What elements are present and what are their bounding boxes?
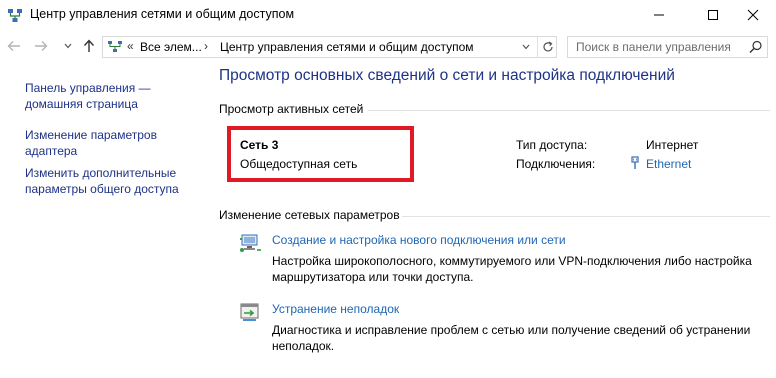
ethernet-connection-link[interactable]: Ethernet: [646, 157, 691, 171]
search-box[interactable]: [567, 36, 768, 58]
forward-button[interactable]: [32, 37, 50, 55]
breadcrumb-all-items[interactable]: Все элем...: [140, 40, 202, 54]
network-name: Сеть 3: [240, 138, 279, 152]
troubleshoot-link[interactable]: Устранение неполадок: [272, 302, 399, 316]
section-divider: [368, 110, 770, 111]
tasks-pane: Панель управления — домашняя страница Из…: [0, 62, 200, 378]
maximize-icon: [708, 10, 718, 20]
breadcrumb-separator-icon[interactable]: ›: [204, 39, 208, 53]
ethernet-icon: [631, 156, 639, 169]
advanced-sharing-settings-link[interactable]: Изменить дополнительные параметры общего…: [25, 165, 195, 197]
close-icon: [747, 9, 759, 21]
connections-label: Подключения:: [516, 157, 596, 171]
access-type-value: Интернет: [646, 138, 699, 152]
change-settings-heading: Изменение сетевых параметров: [219, 208, 400, 222]
navigation-bar: « Все элем... › Центр управления сетями …: [0, 34, 776, 60]
title-bar: Центр управления сетями и общим доступом: [0, 0, 776, 32]
chevron-down-icon: [522, 44, 530, 50]
minimize-icon: [654, 14, 664, 16]
arrow-right-icon: [35, 41, 48, 51]
section-divider: [402, 216, 770, 217]
minimize-button[interactable]: [636, 0, 682, 30]
change-adapter-settings-link[interactable]: Изменение параметров адаптера: [25, 127, 195, 159]
address-bar[interactable]: « Все элем... › Центр управления сетями …: [102, 36, 557, 58]
active-networks-heading: Просмотр активных сетей: [219, 102, 364, 116]
close-button[interactable]: [730, 0, 776, 30]
overflow-chevron-icon[interactable]: «: [127, 39, 134, 53]
page-title: Просмотр основных сведений о сети и наст…: [219, 67, 675, 84]
control-panel-home-link[interactable]: Панель управления — домашняя страница: [25, 80, 195, 112]
up-button[interactable]: [80, 37, 98, 55]
arrow-left-icon: [7, 41, 20, 51]
search-input[interactable]: [568, 37, 744, 57]
window-title: Центр управления сетями и общим доступом: [30, 7, 295, 21]
search-icon[interactable]: [748, 40, 764, 54]
network-center-icon: [8, 9, 22, 22]
back-button[interactable]: [5, 37, 23, 55]
access-type-label: Тип доступа:: [516, 138, 588, 152]
refresh-button[interactable]: [537, 37, 557, 57]
network-highlight-box: [227, 126, 414, 182]
new-connection-icon: [240, 234, 261, 252]
setup-new-connection-link[interactable]: Создание и настройка нового подключения …: [272, 233, 566, 247]
troubleshoot-description: Диагностика и исправление проблем с сеть…: [272, 323, 751, 353]
refresh-icon: [542, 41, 553, 52]
chevron-down-icon: [64, 43, 72, 49]
control-panel-icon: [108, 41, 122, 52]
troubleshoot-icon: [240, 303, 259, 321]
setup-new-connection-description: Настройка широкополосного, коммутируемог…: [272, 254, 752, 284]
network-category-link[interactable]: Общедоступная сеть: [240, 157, 357, 171]
recent-locations-button[interactable]: [59, 37, 77, 55]
address-dropdown-button[interactable]: [516, 37, 536, 57]
arrow-up-icon: [83, 39, 95, 52]
breadcrumb-network-center[interactable]: Центр управления сетями и общим доступом: [220, 40, 474, 54]
